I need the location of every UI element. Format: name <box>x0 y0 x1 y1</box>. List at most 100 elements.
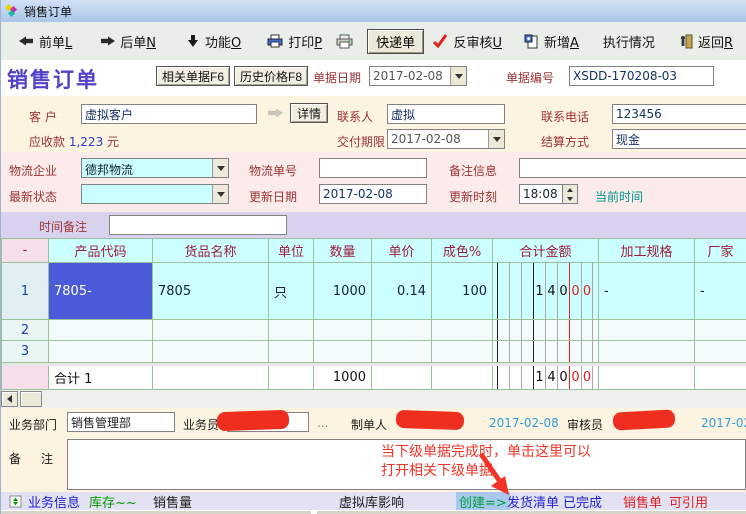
dropdown-arrow-icon[interactable] <box>212 159 228 177</box>
header-unit[interactable]: 单位 <box>269 238 314 263</box>
cell-empty[interactable] <box>695 320 746 341</box>
doc-date-combo[interactable]: 2017-02-08 <box>369 66 467 86</box>
cell-factory[interactable]: - <box>695 263 746 320</box>
print-icon <box>267 34 283 48</box>
header-amount[interactable]: 合计金额 <box>493 238 599 263</box>
quick-print-button[interactable] <box>332 31 357 52</box>
next-doc-button[interactable]: 后单N <box>96 29 160 54</box>
cell-empty[interactable] <box>432 341 493 363</box>
header-purity[interactable]: 成色% <box>432 238 493 263</box>
customer-input[interactable] <box>81 104 257 124</box>
prev-doc-button[interactable]: 前单L <box>15 29 76 54</box>
cell-qty[interactable]: 1000 <box>314 263 372 320</box>
time-note-input[interactable] <box>109 215 287 235</box>
add-new-button[interactable]: 新增A <box>520 29 583 54</box>
dropdown-arrow-icon[interactable] <box>212 185 228 203</box>
update-time-label: 更新时刻 <box>449 188 497 205</box>
cell-empty[interactable] <box>269 320 314 341</box>
print-button[interactable]: 打印P <box>263 29 326 54</box>
update-time-spinner[interactable]: 18:08 <box>519 184 578 204</box>
cell-empty[interactable] <box>49 320 153 341</box>
settle-input[interactable] <box>612 129 746 149</box>
footer-empty <box>695 366 746 390</box>
remark-info-input[interactable] <box>519 158 746 178</box>
execution-status-button[interactable]: 执行情况 <box>599 29 659 54</box>
current-time-link[interactable]: 当前时间 <box>595 188 643 205</box>
cell-empty[interactable] <box>153 320 269 341</box>
tracking-no-input[interactable] <box>319 158 427 178</box>
window-titlebar: 销售订单 <box>1 0 746 22</box>
functions-menu-button[interactable]: 功能O <box>182 29 245 54</box>
cell-empty[interactable] <box>695 341 746 363</box>
scrollbar-thumb[interactable] <box>20 391 42 407</box>
settle-label: 结算方式 <box>541 133 589 150</box>
horizontal-scrollbar[interactable] <box>1 390 746 408</box>
header-corner[interactable]: - <box>1 238 49 263</box>
doc-no-label: 单据编号 <box>506 69 554 86</box>
scroll-left-icon[interactable] <box>1 391 18 407</box>
refresh-icon[interactable] <box>9 495 22 508</box>
auditor-label: 审核员 <box>567 416 603 433</box>
header-product-code[interactable]: 产品代码 <box>49 238 153 263</box>
spin-down-icon[interactable] <box>563 194 577 203</box>
header-qty[interactable]: 数量 <box>314 238 372 263</box>
update-date-input[interactable] <box>319 184 427 204</box>
cell-spec[interactable]: - <box>599 263 695 320</box>
cell-purity[interactable]: 100 <box>432 263 493 320</box>
hand-right-icon <box>100 34 115 48</box>
salesman-more-button[interactable]: ... <box>317 416 328 430</box>
row-number[interactable]: 1 <box>1 263 49 320</box>
window-title: 销售订单 <box>24 3 72 20</box>
header-spec[interactable]: 加工规格 <box>599 238 695 263</box>
cell-goods-name[interactable]: 7805 <box>153 263 269 320</box>
dept-input[interactable] <box>67 412 175 432</box>
sales-order-link[interactable]: 销售单 <box>623 492 662 511</box>
remark-info-label: 备注信息 <box>449 162 497 179</box>
delivery-date-combo[interactable]: 2017-02-08 <box>387 129 505 149</box>
logistics-company-label: 物流企业 <box>9 162 57 179</box>
header-price[interactable]: 单价 <box>372 238 432 263</box>
cell-empty[interactable] <box>314 320 372 341</box>
doc-no-input[interactable] <box>569 66 714 86</box>
cell-unit[interactable]: 只 <box>269 263 314 320</box>
row-number[interactable]: 3 <box>1 341 49 363</box>
cell-empty[interactable] <box>432 320 493 341</box>
customer-detail-button[interactable]: 详情 <box>290 103 328 123</box>
redaction-scribble <box>396 410 465 430</box>
stock-link[interactable]: 库存~~ <box>89 492 137 511</box>
cell-empty[interactable] <box>269 341 314 363</box>
header-factory[interactable]: 厂家 <box>695 238 746 263</box>
express-sheet-button[interactable]: 快递单 <box>367 29 424 54</box>
contact-input[interactable] <box>387 104 505 124</box>
phone-input[interactable] <box>612 104 746 124</box>
cell-amount-empty[interactable] <box>493 341 599 363</box>
cell-empty[interactable] <box>153 341 269 363</box>
cell-empty[interactable] <box>314 341 372 363</box>
cell-empty[interactable] <box>599 341 695 363</box>
latest-status-combo[interactable] <box>81 184 229 204</box>
row-number[interactable]: 2 <box>1 320 49 341</box>
dropdown-arrow-icon[interactable] <box>488 130 504 148</box>
dropdown-arrow-icon[interactable] <box>450 67 466 85</box>
cell-product-code-selected[interactable]: 7805- <box>49 263 153 320</box>
return-button[interactable]: 返回R <box>675 29 737 54</box>
header-goods-name[interactable]: 货品名称 <box>153 238 269 263</box>
footer-corner <box>1 366 49 390</box>
history-price-button[interactable]: 历史价格F8 <box>234 66 308 86</box>
unaudit-button[interactable]: 反审核U <box>428 29 506 54</box>
doc-date-label: 单据日期 <box>313 69 361 86</box>
table-row: 3 <box>1 341 746 363</box>
spin-up-icon[interactable] <box>563 185 577 194</box>
table-row: 1 7805- 7805 只 1000 0.14 100 1 4 0 0 0 -… <box>1 263 746 320</box>
cell-price[interactable]: 0.14 <box>372 263 432 320</box>
audit-date: 2017-02- <box>701 416 746 430</box>
related-docs-button[interactable]: 相关单据F6 <box>156 66 230 86</box>
cell-empty[interactable] <box>372 320 432 341</box>
cell-amount-empty[interactable] <box>493 320 599 341</box>
cell-amount[interactable]: 1 4 0 0 0 <box>493 263 599 320</box>
cell-empty[interactable] <box>599 320 695 341</box>
cell-empty[interactable] <box>372 341 432 363</box>
logistics-company-combo[interactable]: 德邦物流 <box>81 158 229 178</box>
business-info-link[interactable]: 业务信息 <box>28 492 80 511</box>
cell-empty[interactable] <box>49 341 153 363</box>
